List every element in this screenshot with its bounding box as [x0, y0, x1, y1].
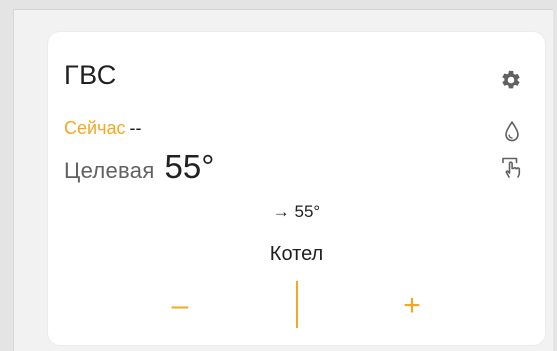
target-temperature-row: Целевая 55° [64, 150, 214, 183]
increase-button[interactable]: + [372, 286, 452, 326]
gear-icon[interactable] [500, 69, 522, 91]
touch-hand-icon [502, 157, 521, 178]
button-divider [296, 281, 298, 328]
heat-source-label: Котел [269, 243, 324, 265]
target-label: Целевая [64, 158, 155, 183]
setpoint-indicator: → 55° [272, 202, 321, 221]
now-label: Сейчас [64, 118, 126, 138]
now-value: -- [129, 118, 142, 138]
dhw-card: ГВС Сейчас -- Целевая 55° → 55° Котел – + [48, 32, 545, 345]
target-value: 55° [164, 148, 215, 185]
current-temperature-row: Сейчас -- [64, 119, 141, 137]
water-drop-icon [505, 120, 519, 142]
decrease-button[interactable]: – [140, 286, 220, 326]
card-title: ГВС [64, 60, 117, 90]
widget-panel: ГВС Сейчас -- Целевая 55° → 55° Котел – + [13, 9, 553, 351]
